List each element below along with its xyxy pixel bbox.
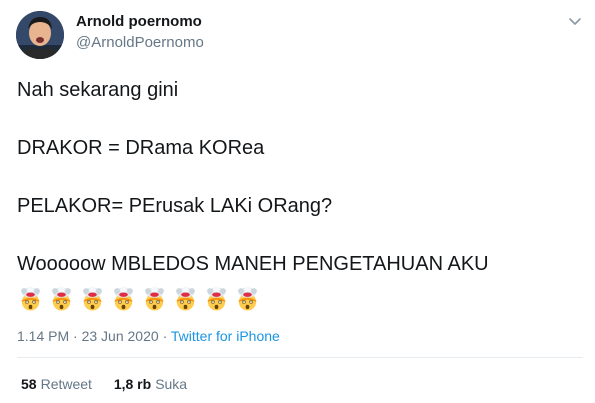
likes-stat[interactable]: 1,8 rb Suka (114, 376, 187, 392)
exploding-head-emoji (207, 286, 226, 311)
exploding-head-emoji (83, 286, 102, 311)
meta-separator: · (162, 328, 168, 344)
retweets-label: Retweet (40, 376, 92, 392)
tweet-time[interactable]: 1.14 PM (17, 328, 69, 344)
avatar[interactable] (16, 11, 64, 59)
divider (17, 357, 583, 358)
emoji-row (17, 286, 261, 312)
tweet-line: Nah sekarang gini (17, 79, 179, 101)
avatar-photo (16, 11, 64, 59)
user-handle[interactable]: @ArnoldPoernomo (76, 34, 204, 51)
retweets-stat[interactable]: 58 Retweet (21, 376, 92, 392)
tweet-line: PELAKOR= PErusak LAKi ORang? (17, 195, 333, 217)
exploding-head-emoji (21, 286, 40, 311)
tweet-meta: 1.14 PM · 23 Jun 2020 · Twitter for iPho… (17, 328, 280, 344)
tweet-card: Arnold poernomo @ArnoldPoernomo Nah seka… (0, 0, 595, 403)
exploding-head-emoji (176, 286, 195, 311)
likes-label: Suka (155, 376, 188, 392)
retweets-count: 58 (21, 376, 37, 392)
exploding-head-emoji (238, 286, 257, 311)
exploding-head-emoji (145, 286, 164, 311)
tweet-text: Nah sekarang gini DRAKOR = DRama KORea P… (17, 78, 577, 277)
tweet-line: DRAKOR = DRama KORea (17, 137, 265, 159)
exploding-head-emoji (52, 286, 71, 311)
exploding-head-emoji (114, 286, 133, 311)
tweet-date[interactable]: 23 Jun 2020 (82, 328, 159, 344)
user-name[interactable]: Arnold poernomo (76, 13, 202, 30)
tweet-source-link[interactable]: Twitter for iPhone (171, 328, 280, 344)
likes-count: 1,8 rb (113, 376, 152, 392)
tweet-line: Wooooow MBLEDOS MANEH PENGETAHUAN AKU (17, 253, 489, 275)
chevron-down-icon[interactable] (566, 12, 584, 30)
tweet-stats: 58 Retweet 1,8 rb Suka (21, 376, 205, 392)
meta-separator: · (73, 328, 78, 344)
